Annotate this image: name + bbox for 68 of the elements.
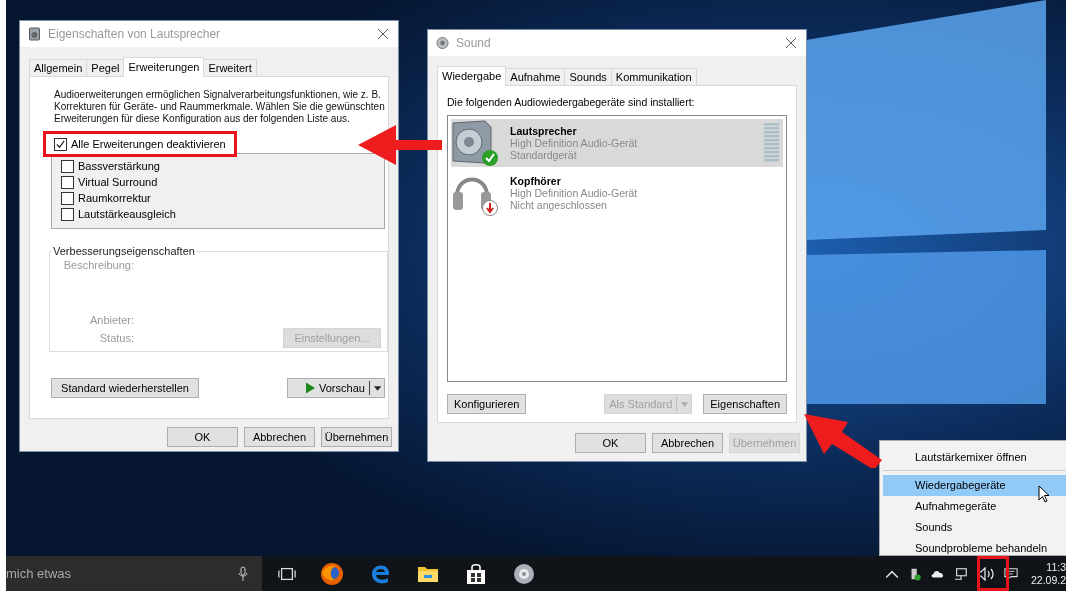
menu-item[interactable]: Wiedergabegeräte: [883, 475, 1066, 496]
caret-icon: [681, 401, 689, 407]
speaker-icon: [28, 27, 41, 41]
tab[interactable]: Wiedergabe: [437, 66, 507, 86]
checkbox-label: Raumkorrektur: [78, 192, 151, 204]
configure-button[interactable]: Konfigurieren: [447, 394, 527, 414]
checkbox-label: Lautstärkeausgleich: [78, 208, 176, 220]
window-title: Eigenschaften von Lautsprecher: [48, 27, 222, 41]
dialog-button[interactable]: OK: [575, 433, 646, 453]
checkbox-box[interactable]: [61, 191, 74, 205]
menu-item[interactable]: Soundprobleme behandeln: [883, 538, 1066, 559]
device-name: Kopfhörer: [510, 175, 562, 187]
close-icon[interactable]: [786, 38, 796, 48]
caret-icon: [373, 385, 381, 391]
level-meter-icon: [764, 123, 779, 163]
microphone-icon[interactable]: [238, 565, 248, 582]
preview-button[interactable]: Vorschau: [287, 378, 385, 398]
field-label: Status:: [98, 332, 134, 344]
device-status: Standardgerät: [510, 149, 578, 161]
notification-icon[interactable]: [1003, 566, 1018, 581]
mouse-pointer-icon: [1038, 485, 1050, 503]
window-title: Sound: [456, 36, 492, 50]
list-heading: Die folgenden Audiowiedergabegeräte sind installiert:: [447, 96, 696, 108]
tab[interactable]: Allgemein: [29, 59, 88, 76]
device-driver: High Definition Audio-Gerät: [510, 137, 639, 149]
dialog-button[interactable]: Übernehmen: [321, 427, 392, 447]
clock-date[interactable]: 22.09.2: [1030, 573, 1066, 587]
tab[interactable]: Kommunikation: [610, 68, 697, 85]
menu-item[interactable]: Aufnahmegeräte: [883, 496, 1066, 517]
browser-icon[interactable]: [320, 561, 344, 586]
speaker-icon: [452, 120, 492, 164]
description-text: Audioerweiterungen ermöglichen Signalverarbeitungsfunktionen, wie z. B. Korrekturen für Geräte- und Raummerkmale. Wählen Sie die gewünschten Erweiterungen für diese Konfiguration aus der folgenden Liste aus.: [54, 89, 386, 125]
properties-button[interactable]: Eigenschaften: [703, 394, 787, 414]
field-label: Beschreibung:: [62, 259, 134, 271]
menu-item[interactable]: Sounds: [883, 517, 1066, 538]
device-item[interactable]: Lautsprecher High Definition Audio-Gerät Standardgerät: [451, 119, 783, 167]
tab[interactable]: Erweiterungen: [123, 57, 205, 77]
close-icon[interactable]: [378, 29, 388, 39]
tab[interactable]: Pegel: [86, 59, 125, 76]
shopping-bag-icon[interactable]: [464, 561, 488, 586]
checkbox-label: Virtual Surround: [78, 176, 158, 188]
checkbox-box[interactable]: [61, 159, 74, 173]
clock-time[interactable]: 11:3: [1046, 560, 1066, 574]
checkbox-box[interactable]: [54, 137, 67, 151]
dialog-button[interactable]: OK: [167, 427, 238, 447]
device-name: Lautsprecher: [510, 125, 578, 137]
tab[interactable]: Erweitert: [203, 59, 257, 76]
checkbox-box[interactable]: [61, 175, 74, 189]
highlight-frame: [977, 556, 1009, 591]
speaker-icon[interactable]: [512, 561, 536, 586]
task-view-icon[interactable]: [278, 565, 296, 582]
play-icon: [306, 382, 315, 394]
dialog-button[interactable]: Abbrechen: [652, 433, 723, 453]
menu-item[interactable]: Lautstärkemixer öffnen: [883, 447, 1066, 468]
checkbox-label: Bassverstärkung: [78, 160, 160, 172]
dialog-button[interactable]: Abbrechen: [244, 427, 315, 447]
network-icon[interactable]: [953, 566, 968, 581]
device-status: Nicht angeschlossen: [510, 199, 608, 211]
device-item[interactable]: Kopfhörer High Definition Audio-Gerät Nicht angeschlossen: [451, 169, 783, 217]
field-label: Anbieter:: [88, 314, 134, 326]
group-title: Verbesserungseigenschaften: [52, 245, 196, 257]
device-driver: High Definition Audio-Gerät: [510, 187, 639, 199]
checkbox-label: Alle Erweiterungen deaktivieren: [71, 138, 226, 150]
restore-button[interactable]: Standard wiederherstellen: [51, 378, 199, 398]
speaker-icon: [436, 36, 449, 50]
checkbox[interactable]: Alle Erweiterungen deaktivieren: [54, 135, 226, 153]
checkbox-box[interactable]: [61, 207, 74, 221]
search-field[interactable]: mich etwas: [6, 556, 262, 591]
